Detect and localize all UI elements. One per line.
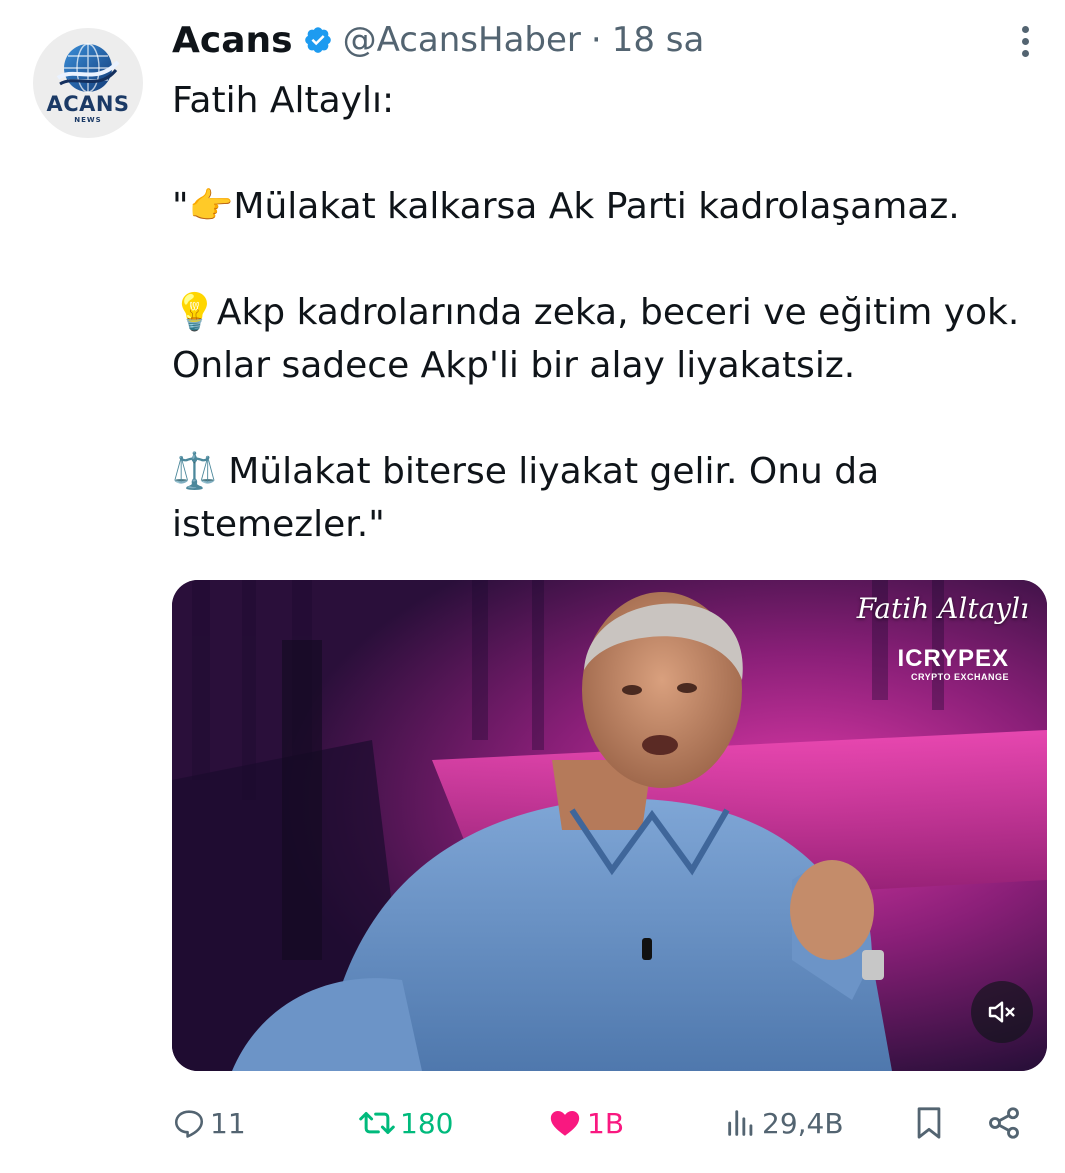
tweet-line: Fatih Altaylı: <box>172 80 395 121</box>
retweet-icon <box>359 1112 395 1134</box>
avatar-brand-sub: NEWS <box>74 116 102 124</box>
sponsor-name: ICRYPEX <box>897 645 1009 672</box>
avatar-brand: ACANS <box>46 92 130 116</box>
views-button[interactable]: 29,4B <box>724 1098 844 1148</box>
tweet-header: Acans @AcansHaber · 18 sa <box>172 17 704 63</box>
avatar[interactable]: ACANS NEWS <box>33 28 143 138</box>
like-count: 1B <box>587 1106 625 1140</box>
like-button[interactable]: 1B <box>547 1098 624 1148</box>
reply-icon <box>174 1110 204 1138</box>
handle[interactable]: @AcansHaber <box>343 20 581 60</box>
bookmark-button[interactable] <box>912 1098 950 1148</box>
video-overlay-sponsor: ICRYPEX CRYPTO EXCHANGE <box>897 645 1009 683</box>
retweet-button[interactable]: 180 <box>358 1098 453 1148</box>
more-options-icon[interactable] <box>1015 26 1035 62</box>
retweet-count: 180 <box>400 1106 454 1140</box>
share-icon <box>989 1107 1019 1139</box>
reply-button[interactable]: 11 <box>172 1098 246 1148</box>
mute-button[interactable] <box>971 981 1033 1043</box>
action-bar: 11 180 1B 29,4B <box>172 1098 1032 1148</box>
tweet-line: "👉Mülakat kalkarsa Ak Parti kadrolaşamaz… <box>172 186 960 227</box>
meta-separator: · <box>590 20 602 60</box>
bookmark-icon <box>917 1107 941 1139</box>
share-button[interactable] <box>986 1098 1026 1148</box>
heart-icon <box>550 1110 580 1136</box>
verified-badge-icon <box>304 27 331 53</box>
tweet-line: ⚖️ Mülakat biterse liyakat gelir. Onu da… <box>172 451 880 545</box>
volume-muted-icon <box>988 1001 1015 1023</box>
video-overlay-name: Fatih Altaylı <box>856 592 1029 625</box>
timestamp[interactable]: 18 sa <box>612 20 705 60</box>
reply-count: 11 <box>210 1106 246 1140</box>
display-name[interactable]: Acans <box>172 20 293 61</box>
views-count: 29,4B <box>762 1106 844 1140</box>
tweet-text: Fatih Altaylı: "👉Mülakat kalkarsa Ak Par… <box>172 74 1052 551</box>
video-player[interactable]: Fatih Altaylı ICRYPEX CRYPTO EXCHANGE <box>172 580 1047 1071</box>
tweet-line: 💡Akp kadrolarında zeka, beceri ve eğitim… <box>172 292 1020 386</box>
analytics-icon <box>728 1110 753 1136</box>
sponsor-sub: CRYPTO EXCHANGE <box>910 672 1009 682</box>
